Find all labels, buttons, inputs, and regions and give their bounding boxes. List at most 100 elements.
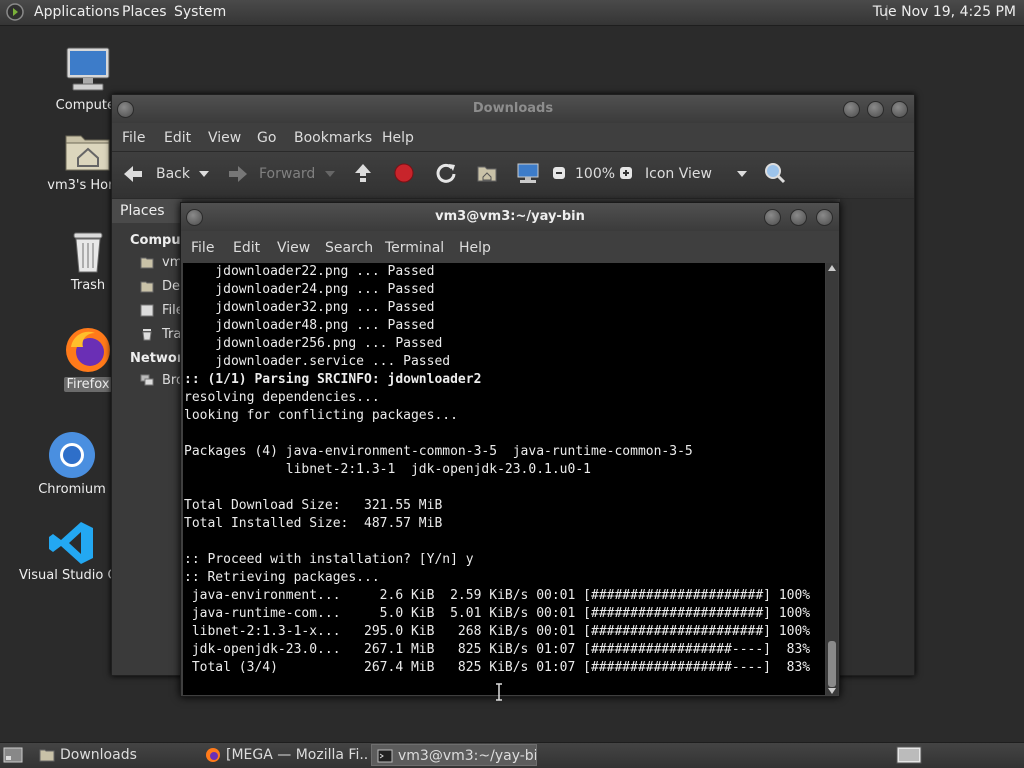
- up-arrow-icon[interactable]: [353, 162, 373, 184]
- menu-bookmarks[interactable]: Bookmarks: [294, 130, 372, 146]
- terminal-line: Total (3/4) 267.4 MiB 825 KiB/s 01:07 [#…: [184, 660, 811, 675]
- terminal-scrollbar[interactable]: [826, 263, 838, 695]
- menu-view[interactable]: View: [208, 130, 241, 146]
- back-history-chevron-icon[interactable]: [198, 170, 210, 178]
- terminal-line: Total Download Size: 321.55 MiB: [184, 498, 443, 513]
- forward-button[interactable]: Forward: [259, 166, 315, 182]
- zoom-in-icon[interactable]: [619, 166, 633, 180]
- menu-go[interactable]: Go: [257, 130, 276, 146]
- workspace-switcher-icon[interactable]: [896, 746, 922, 764]
- terminal-line: jdownloader256.png ... Passed: [184, 336, 443, 351]
- maximize-button[interactable]: [867, 101, 884, 118]
- terminal-line: :: (1/1) Parsing SRCINFO: jdownloader2: [184, 372, 482, 387]
- view-mode-select[interactable]: Icon View: [645, 166, 712, 182]
- back-arrow-icon[interactable]: [122, 164, 144, 184]
- applications-logo-icon[interactable]: [6, 3, 24, 21]
- menu-edit[interactable]: Edit: [233, 240, 260, 256]
- window-menu-button[interactable]: [186, 209, 203, 226]
- terminal-line: Packages (4) java-environment-common-3-5…: [184, 444, 693, 459]
- vscode-icon: [49, 522, 93, 564]
- file-manager-titlebar[interactable]: Downloads: [112, 95, 914, 123]
- window-title: Downloads: [472, 101, 554, 116]
- terminal-line: jdownloader24.png ... Passed: [184, 282, 435, 297]
- taskbar: Downloads [MEGA — Mozilla Fi... vm3@vm3:…: [0, 742, 1024, 768]
- scrollbar-thumb[interactable]: [828, 641, 836, 687]
- reload-icon[interactable]: [435, 162, 457, 184]
- search-icon[interactable]: [764, 162, 786, 184]
- window-menu-button[interactable]: [117, 101, 134, 118]
- back-button[interactable]: Back: [156, 166, 190, 182]
- terminal-line: libnet-2:1.3-1-x... 295.0 KiB 268 KiB/s …: [184, 624, 811, 639]
- file-manager-menubar: File Edit View Go Bookmarks Help: [112, 125, 914, 151]
- firefox-icon: [206, 748, 220, 762]
- terminal-menubar: File Edit View Search Terminal Help: [181, 235, 839, 261]
- terminal-line: Total Installed Size: 487.57 MiB: [184, 516, 443, 531]
- taskbar-item-terminal[interactable]: vm3@vm3:~/yay-bin: [371, 744, 537, 766]
- menu-help[interactable]: Help: [382, 130, 414, 146]
- top-panel: Applications Places System Tue Nov 19, 4…: [0, 0, 1024, 26]
- trash-icon: [73, 232, 103, 273]
- window-title: vm3@vm3:~/yay-bin: [435, 209, 585, 224]
- menu-file[interactable]: File: [122, 130, 145, 146]
- taskbar-item-label: Downloads: [60, 747, 137, 763]
- terminal-line: jdownloader.service ... Passed: [184, 354, 451, 369]
- scroll-up-arrow-icon[interactable]: [828, 265, 836, 271]
- clock[interactable]: Tue Nov 19, 4:25 PM: [873, 4, 1016, 20]
- terminal-output[interactable]: jdownloader22.png ... Passed jdownloader…: [183, 263, 825, 695]
- terminal-line: jdownloader32.png ... Passed: [184, 300, 435, 315]
- stop-icon[interactable]: [394, 163, 414, 183]
- terminal-line: jdownloader22.png ... Passed: [184, 264, 435, 279]
- show-desktop-icon[interactable]: [3, 747, 23, 763]
- terminal-text: jdownloader22.png ... Passed jdownloader…: [184, 263, 810, 677]
- folder-icon: [39, 749, 55, 762]
- terminal-line: java-environment... 2.6 KiB 2.59 KiB/s 0…: [184, 588, 811, 603]
- places-menu[interactable]: Places: [122, 4, 167, 20]
- close-button[interactable]: [816, 209, 833, 226]
- terminal-line: resolving dependencies...: [184, 390, 380, 405]
- taskbar-item-firefox[interactable]: [MEGA — Mozilla Fi...: [200, 744, 368, 766]
- sidebar-header[interactable]: Places: [112, 199, 182, 223]
- applications-menu[interactable]: Applications: [34, 4, 120, 20]
- minimize-button[interactable]: [843, 101, 860, 118]
- desktop-icon-label: Trash: [70, 278, 106, 293]
- home-folder-icon: [65, 135, 110, 171]
- taskbar-item-downloads[interactable]: Downloads: [34, 744, 194, 766]
- desktop-icon-label: Chromium: [38, 482, 106, 497]
- menu-terminal[interactable]: Terminal: [385, 240, 444, 256]
- computer-icon[interactable]: [516, 162, 540, 184]
- terminal-line: jdownloader48.png ... Passed: [184, 318, 435, 333]
- desktop-folder-icon: [140, 281, 154, 293]
- taskbar-item-label: [MEGA — Mozilla Fi...: [226, 747, 368, 763]
- menu-edit[interactable]: Edit: [164, 130, 191, 146]
- zoom-out-icon[interactable]: [552, 166, 566, 180]
- menu-help[interactable]: Help: [459, 240, 491, 256]
- file-manager-toolbar: Back Forward 100% Icon View: [112, 151, 914, 199]
- minimize-button[interactable]: [764, 209, 781, 226]
- view-mode-chevron-icon[interactable]: [736, 170, 748, 178]
- filesystem-icon: [140, 304, 154, 317]
- zoom-level[interactable]: 100%: [575, 166, 615, 182]
- file-view-area[interactable]: [840, 199, 914, 675]
- chromium-icon: [49, 432, 95, 478]
- menu-view[interactable]: View: [277, 240, 310, 256]
- network-icon: [140, 374, 154, 386]
- terminal-titlebar[interactable]: vm3@vm3:~/yay-bin: [181, 203, 839, 231]
- close-button[interactable]: [891, 101, 908, 118]
- text-cursor-icon: [496, 683, 502, 701]
- terminal-window[interactable]: vm3@vm3:~/yay-bin File Edit View Search …: [180, 202, 840, 697]
- scroll-down-arrow-icon[interactable]: [828, 688, 836, 694]
- home-icon[interactable]: [476, 163, 498, 183]
- forward-history-chevron-icon[interactable]: [324, 170, 336, 178]
- menu-search[interactable]: Search: [325, 240, 373, 256]
- taskbar-item-label: vm3@vm3:~/yay-bin: [398, 748, 537, 764]
- places-sidebar: Places Computer vm3 Desktop File System …: [112, 199, 268, 675]
- maximize-button[interactable]: [790, 209, 807, 226]
- computer-icon: [66, 47, 110, 91]
- terminal-line: libnet-2:1.3-1 jdk-openjdk-23.0.1.u0-1: [184, 462, 591, 477]
- desktop-icon-label: Firefox: [64, 377, 112, 392]
- menu-file[interactable]: File: [191, 240, 214, 256]
- forward-arrow-icon[interactable]: [227, 164, 249, 184]
- terminal-line: looking for conflicting packages...: [184, 408, 458, 423]
- terminal-line: jdk-openjdk-23.0... 267.1 MiB 825 KiB/s …: [184, 642, 811, 657]
- system-menu[interactable]: System: [174, 4, 226, 20]
